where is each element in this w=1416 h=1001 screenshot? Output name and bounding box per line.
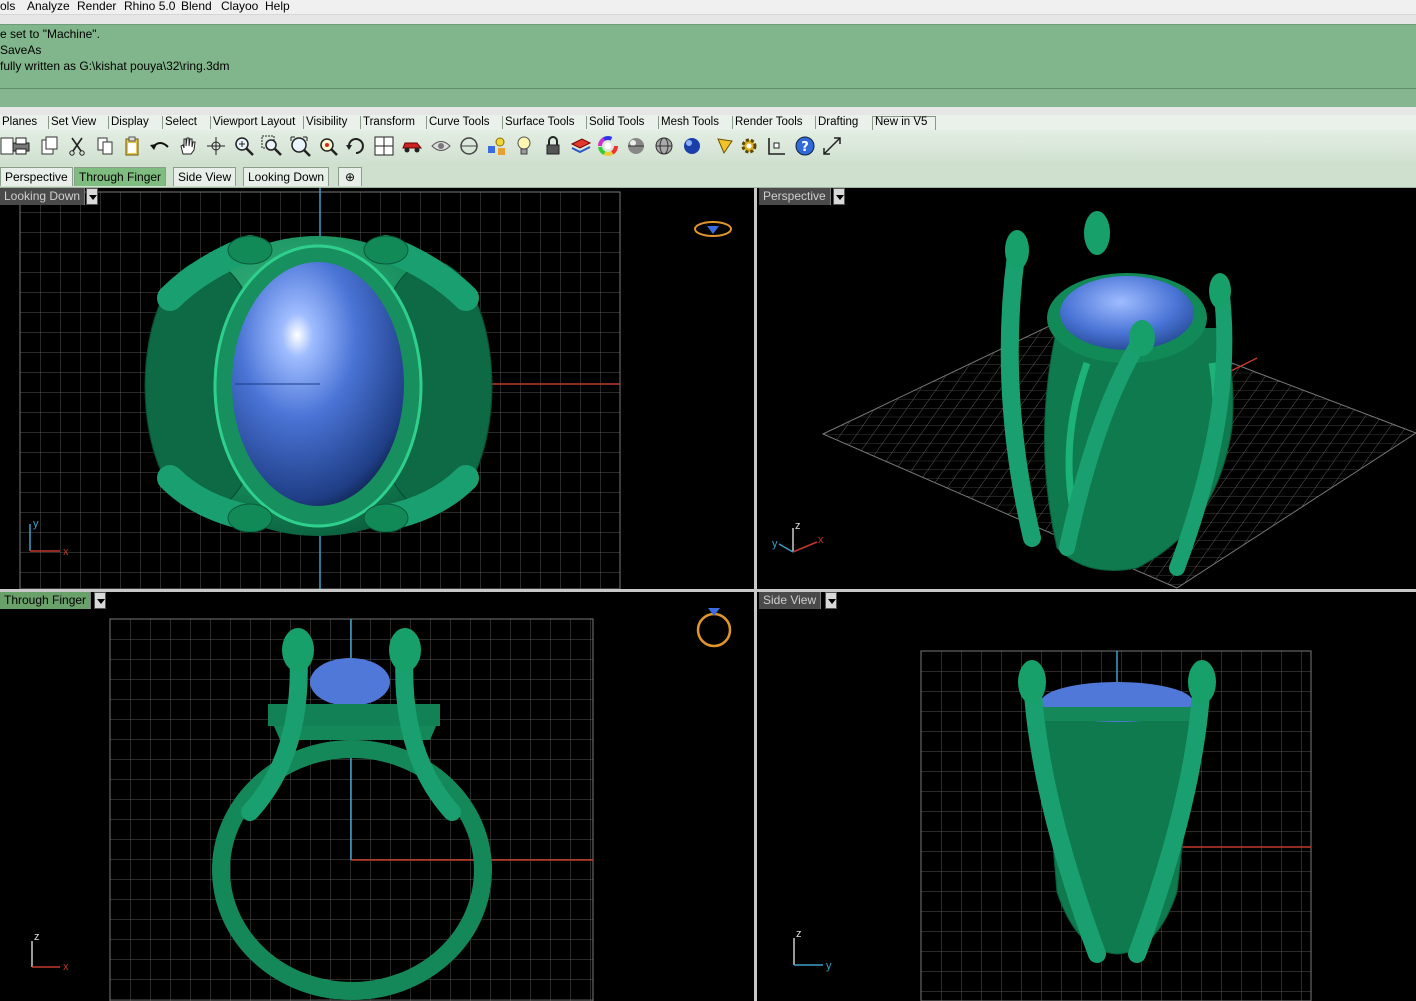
side-view-scene: z y [793,650,1312,1001]
axis-y-label: y [826,960,832,972]
toolbar-tab-surface-tools[interactable]: Surface Tools [502,116,576,129]
command-prompt[interactable] [0,88,1416,108]
viewport-tabs: Perspective Through Finger Side View Loo… [0,165,1416,188]
toolbar-tab-visibility[interactable]: Visibility [303,116,349,129]
menu-blend[interactable]: Blend [181,0,212,13]
viewport-through-finger[interactable]: z x Through Finger [0,592,754,1001]
command-history[interactable]: e set to "Machine". SaveAs fully written… [0,24,1416,88]
axis-x-label: x [63,961,69,973]
expand-icon[interactable] [821,135,843,157]
toolbar-tab-mesh-tools[interactable]: Mesh Tools [658,116,721,129]
menu-rhino[interactable]: Rhino 5.0 [124,0,175,13]
toolbar-tab-select[interactable]: Select [162,116,199,129]
toolbar-tab-curve-tools[interactable]: Curve Tools [426,116,492,129]
toolbar-tab-display[interactable]: Display [108,116,151,129]
tab-perspective[interactable]: Perspective [0,167,73,186]
viewport-menu-arrow-icon[interactable] [94,592,106,609]
show-icon[interactable] [458,135,480,157]
toolbar-tab-render-tools[interactable]: Render Tools [732,116,805,129]
toolbar-separator [0,107,1416,115]
through-finger-scene: z x [31,608,732,1001]
perspective-scene: z x y [772,211,1416,589]
axis-z-label: z [796,928,802,940]
toolbar-tab-solid-tools[interactable]: Solid Tools [586,116,646,129]
zoom-in-icon[interactable] [233,135,255,157]
toolbar-tab-planes[interactable]: Planes [0,116,39,129]
blue-sphere-icon[interactable] [681,135,703,157]
standard-toolbar: ? [0,130,1416,165]
axis-x-label: x [818,534,824,546]
menu-bar: ols Analyze Render Rhino 5.0 Blend Clayo… [0,0,1416,15]
history-line: e set to "Machine". [0,27,100,41]
viewport-menu-arrow-icon[interactable] [86,188,98,205]
gray-sphere-icon[interactable] [625,135,647,157]
move-view-icon[interactable] [205,135,227,157]
tab-side-view[interactable]: Side View [173,167,237,186]
pencil-icon[interactable] [714,135,736,157]
car-icon[interactable] [401,135,423,157]
hide-icon[interactable] [430,135,452,157]
viewport-menu-arrow-icon[interactable] [825,592,837,609]
layer-icon[interactable] [570,135,592,157]
settings-icon[interactable] [738,135,760,157]
axis-z-label: z [34,931,40,943]
viewport-side-view[interactable]: z y Side View [757,592,1416,1001]
axis-x-label: x [63,546,69,558]
viewport-label-perspective[interactable]: Perspective [759,188,831,205]
toolbar-tab-strip: Planes Set View Display Select Viewport … [0,115,1416,131]
copy-file-icon[interactable] [38,135,60,157]
tab-through-finger[interactable]: Through Finger [74,167,167,186]
menu-render[interactable]: Render [77,0,116,13]
axis-y-label: y [33,518,39,530]
cut-icon[interactable] [66,135,88,157]
light-icon[interactable] [486,135,508,157]
zoom-selected-icon[interactable] [317,135,339,157]
viewport-label-through-finger[interactable]: Through Finger [0,592,92,609]
toolbar-tab-transform[interactable]: Transform [360,116,417,129]
copy-icon[interactable] [94,135,116,157]
rotate-view-icon[interactable] [345,135,367,157]
history-line: SaveAs [0,43,42,57]
color-wheel-icon[interactable] [597,135,619,157]
menu-separator [0,15,1416,24]
menu-clayoo[interactable]: Clayoo [221,0,258,13]
paste-icon[interactable] [121,135,143,157]
viewport-menu-arrow-icon[interactable] [833,188,845,205]
print-icon[interactable] [10,135,32,157]
toolbar-tab-viewport-layout[interactable]: Viewport Layout [210,116,297,129]
bulb-icon[interactable] [513,135,535,157]
svg-text:?: ? [801,140,809,155]
toolbar-tab-set-view[interactable]: Set View [48,116,98,129]
axis-y-label: y [772,538,778,550]
viewport-perspective[interactable]: z x y Perspective [757,188,1416,589]
toolbar-tab-drafting[interactable]: Drafting [815,116,860,129]
zoom-window-icon[interactable] [261,135,283,157]
zoom-extents-icon[interactable] [289,135,311,157]
add-tab-icon[interactable]: ⊕ [338,167,363,186]
osnap-icon[interactable] [766,135,788,157]
axis-z-label: z [795,520,801,532]
mesh-sphere-icon[interactable] [653,135,675,157]
menu-help[interactable]: Help [265,0,290,13]
lock-icon[interactable] [542,135,564,157]
looking-down-scene: y x [19,188,732,589]
history-line: fully written as G:\kishat pouya\32\ring… [0,59,230,73]
tab-looking-down[interactable]: Looking Down [243,167,330,186]
help-icon[interactable]: ? [794,135,816,157]
pan-hand-icon[interactable] [176,135,198,157]
menu-analyze[interactable]: Analyze [27,0,70,13]
four-viewports-icon[interactable] [373,135,395,157]
toolbar-tab-new-in-v5[interactable]: New in V5 [873,116,929,129]
undo-icon[interactable] [149,135,171,157]
viewport-looking-down[interactable]: y x Looking Down [0,188,754,589]
menu-tools[interactable]: ols [0,0,15,13]
viewport-label-looking-down[interactable]: Looking Down [0,188,86,205]
viewport-label-side-view[interactable]: Side View [759,592,822,609]
